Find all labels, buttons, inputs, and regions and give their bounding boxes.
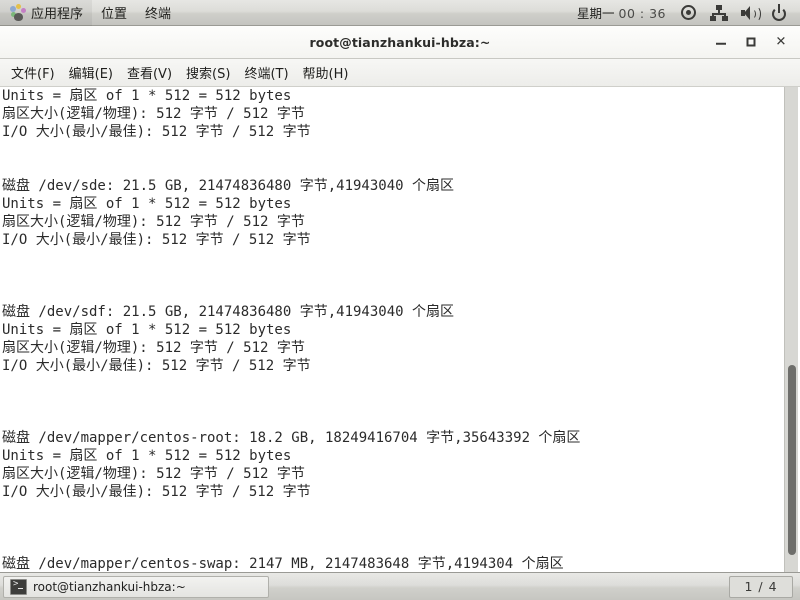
- power-icon[interactable]: [767, 1, 791, 25]
- display-record-icon[interactable]: [677, 1, 701, 25]
- clock-time: 00 : 36: [618, 6, 666, 21]
- terminal-output-area[interactable]: Units = 扇区 of 1 * 512 = 512 bytes 扇区大小(逻辑…: [0, 87, 800, 572]
- network-icon[interactable]: [707, 1, 731, 25]
- panel-menu-group: 应用程序 位置 终端: [0, 0, 180, 26]
- terminal-line: 扇区大小(逻辑/物理): 512 字节 / 512 字节: [2, 340, 305, 356]
- terminal-line: 磁盘 /dev/mapper/centos-swap: 2147 MB, 214…: [2, 556, 564, 572]
- terminal-text: Units = 扇区 of 1 * 512 = 512 bytes 扇区大小(逻辑…: [2, 87, 780, 572]
- terminal-scrollbar-thumb[interactable]: [788, 365, 796, 555]
- taskbar-item-terminal[interactable]: root@tianzhankui-hbza:~: [3, 575, 269, 598]
- panel-menu-terminal[interactable]: 终端: [136, 0, 180, 26]
- minimize-icon: [716, 42, 726, 45]
- close-button[interactable]: ✕: [766, 27, 796, 57]
- maximize-icon: [746, 37, 756, 47]
- desktop: 应用程序 位置 终端 星期一 00 : 36 root@tianzhankui-…: [0, 0, 800, 600]
- menu-terminal[interactable]: 终端(T): [237, 60, 295, 85]
- terminal-line: Units = 扇区 of 1 * 512 = 512 bytes: [2, 322, 292, 338]
- terminal-line: 扇区大小(逻辑/物理): 512 字节 / 512 字节: [2, 214, 305, 230]
- volume-icon[interactable]: [737, 1, 761, 25]
- panel-menu-applications-label: 应用程序: [31, 7, 84, 22]
- terminal-window: root@tianzhankui-hbza:~ ✕ 文件(F) 编辑(E) 查看…: [0, 26, 800, 572]
- menu-view[interactable]: 查看(V): [120, 60, 179, 85]
- terminal-line: Units = 扇区 of 1 * 512 = 512 bytes: [2, 196, 292, 212]
- menu-file[interactable]: 文件(F): [4, 60, 62, 85]
- panel-menu-places[interactable]: 位置: [92, 0, 136, 26]
- minimize-button[interactable]: [706, 27, 736, 57]
- panel-menu-places-label: 位置: [101, 7, 128, 22]
- window-title: root@tianzhankui-hbza:~: [309, 34, 491, 50]
- terminal-line: Units = 扇区 of 1 * 512 = 512 bytes: [2, 88, 292, 104]
- panel-menu-applications[interactable]: 应用程序: [0, 0, 93, 26]
- panel-status-area: 星期一 00 : 36: [569, 0, 800, 26]
- terminal-line: Units = 扇区 of 1 * 512 = 512 bytes: [2, 448, 292, 464]
- terminal-line: I/O 大小(最小/最佳): 512 字节 / 512 字节: [2, 484, 311, 500]
- terminal-line: I/O 大小(最小/最佳): 512 字节 / 512 字节: [2, 232, 311, 248]
- terminal-scrollbar[interactable]: [784, 87, 798, 572]
- terminal-line: 磁盘 /dev/sdf: 21.5 GB, 21474836480 字节,419…: [2, 304, 455, 320]
- window-controls: ✕: [706, 26, 796, 58]
- terminal-line: 扇区大小(逻辑/物理): 512 字节 / 512 字节: [2, 466, 305, 482]
- menu-bar: 文件(F) 编辑(E) 查看(V) 搜索(S) 终端(T) 帮助(H): [0, 59, 800, 87]
- terminal-line: 磁盘 /dev/mapper/centos-root: 18.2 GB, 182…: [2, 430, 581, 446]
- terminal-line: 扇区大小(逻辑/物理): 512 字节 / 512 字节: [2, 106, 305, 122]
- menu-help[interactable]: 帮助(H): [296, 60, 356, 85]
- maximize-button[interactable]: [736, 27, 766, 57]
- terminal-line: I/O 大小(最小/最佳): 512 字节 / 512 字节: [2, 124, 311, 140]
- panel-clock[interactable]: 星期一 00 : 36: [569, 3, 674, 22]
- window-titlebar[interactable]: root@tianzhankui-hbza:~ ✕: [0, 26, 800, 59]
- bottom-panel: root@tianzhankui-hbza:~ 1 / 4: [0, 572, 800, 600]
- top-panel: 应用程序 位置 终端 星期一 00 : 36: [0, 0, 800, 26]
- gnome-applications-icon: [9, 3, 27, 22]
- terminal-line: 磁盘 /dev/sde: 21.5 GB, 21474836480 字节,419…: [2, 178, 455, 194]
- taskbar-item-label: root@tianzhankui-hbza:~: [33, 579, 186, 594]
- clock-day: 星期一: [577, 6, 615, 21]
- menu-search[interactable]: 搜索(S): [179, 60, 237, 85]
- workspace-switcher[interactable]: 1 / 4: [729, 575, 793, 598]
- terminal-line: I/O 大小(最小/最佳): 512 字节 / 512 字节: [2, 358, 311, 374]
- menu-edit[interactable]: 编辑(E): [62, 60, 120, 85]
- close-icon: ✕: [775, 34, 787, 50]
- panel-menu-terminal-label: 终端: [145, 7, 172, 22]
- terminal-icon: [10, 578, 27, 595]
